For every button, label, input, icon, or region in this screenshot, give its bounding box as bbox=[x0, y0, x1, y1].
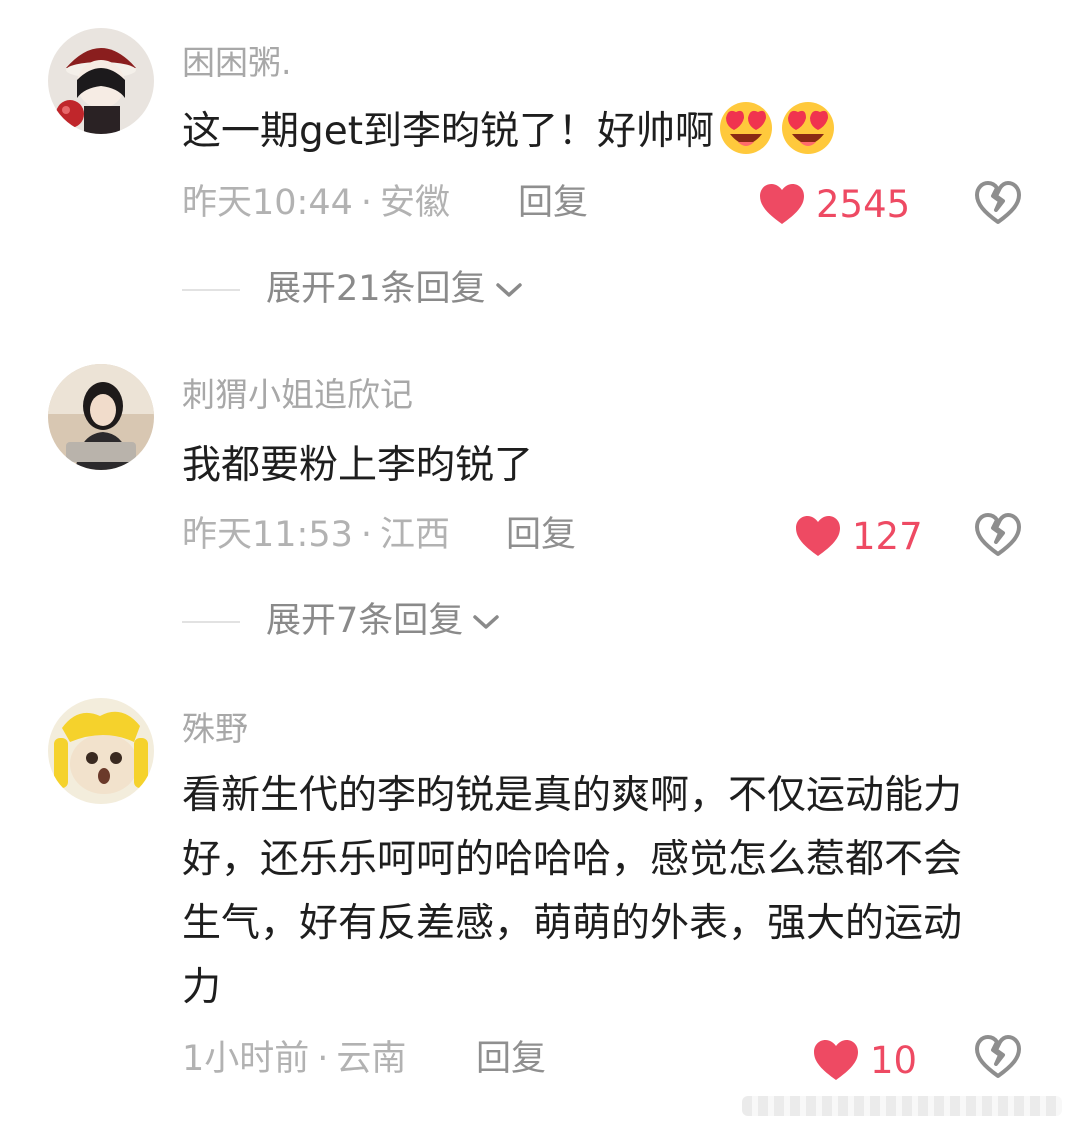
chevron-down-icon bbox=[495, 282, 522, 297]
expand-replies[interactable]: 展开7条回复 bbox=[182, 604, 501, 639]
comment-text-body: 看新生代的李昀锐是真的爽啊，不仅运动能力好，还乐乐呵呵的哈哈哈，感觉怎么惹都不会… bbox=[182, 773, 963, 1010]
username[interactable]: 刺猬小姐追欣记 bbox=[182, 378, 413, 411]
comment-time: 1小时前 bbox=[182, 1039, 310, 1079]
broken-heart-icon bbox=[975, 1035, 1021, 1078]
like-count: 127 bbox=[852, 514, 923, 558]
comment-text-body: 这一期get到李昀锐了！好帅啊 bbox=[182, 109, 715, 154]
heart-icon bbox=[796, 516, 840, 556]
comment-time: 昨天10:44 bbox=[182, 183, 353, 223]
comment-location: 云南 bbox=[336, 1039, 407, 1079]
comment-meta: 昨天10:44 · 安徽 bbox=[182, 186, 450, 221]
expand-replies-label: 展开21条回复 bbox=[266, 269, 486, 309]
like-button[interactable]: 2545 bbox=[758, 182, 910, 226]
dislike-button[interactable] bbox=[974, 180, 1022, 230]
divider bbox=[182, 288, 240, 291]
comment-text: 我都要粉上李昀锐了 bbox=[182, 434, 1002, 498]
avatar[interactable] bbox=[48, 698, 154, 804]
like-count: 2545 bbox=[816, 182, 911, 226]
like-button[interactable]: 127 bbox=[794, 514, 923, 558]
comment-text: 看新生代的李昀锐是真的爽啊，不仅运动能力好，还乐乐呵呵的哈哈哈，感觉怎么惹都不会… bbox=[182, 764, 1000, 1020]
username[interactable]: 殊野 bbox=[182, 712, 248, 745]
like-count: 10 bbox=[870, 1038, 918, 1082]
chevron-down-icon bbox=[473, 614, 500, 629]
broken-heart-icon bbox=[975, 181, 1021, 224]
heart-eyes-emoji bbox=[782, 102, 835, 154]
comment-text: 这一期get到李昀锐了！好帅啊 bbox=[182, 98, 1002, 164]
expand-replies[interactable]: 展开21条回复 bbox=[182, 272, 524, 307]
reply-button[interactable]: 回复 bbox=[476, 1042, 546, 1077]
avatar[interactable] bbox=[48, 364, 154, 470]
heart-icon bbox=[814, 1040, 858, 1080]
expand-replies-label: 展开7条回复 bbox=[266, 601, 464, 641]
dislike-button[interactable] bbox=[974, 512, 1022, 562]
comment-time: 昨天11:53 bbox=[182, 515, 353, 555]
avatar[interactable] bbox=[48, 28, 154, 134]
heart-eyes-emoji bbox=[720, 102, 773, 154]
comment-meta: 昨天11:53 · 江西 bbox=[182, 518, 450, 553]
dislike-button[interactable] bbox=[974, 1034, 1022, 1084]
meta-separator: · bbox=[360, 183, 373, 223]
meta-separator: · bbox=[360, 515, 373, 555]
like-button[interactable]: 10 bbox=[812, 1038, 917, 1082]
reply-button[interactable]: 回复 bbox=[518, 186, 588, 221]
username[interactable]: 困困粥. bbox=[182, 46, 292, 79]
comment-location: 江西 bbox=[380, 515, 451, 555]
broken-heart-icon bbox=[975, 513, 1021, 556]
watermark bbox=[742, 1096, 1062, 1116]
comment-meta: 1小时前 · 云南 bbox=[182, 1042, 406, 1077]
divider bbox=[182, 620, 240, 623]
reply-button[interactable]: 回复 bbox=[506, 518, 576, 553]
heart-icon bbox=[760, 184, 804, 224]
comment-text-body: 我都要粉上李昀锐了 bbox=[182, 443, 534, 488]
comment-location: 安徽 bbox=[380, 183, 451, 223]
meta-separator: · bbox=[317, 1039, 329, 1079]
